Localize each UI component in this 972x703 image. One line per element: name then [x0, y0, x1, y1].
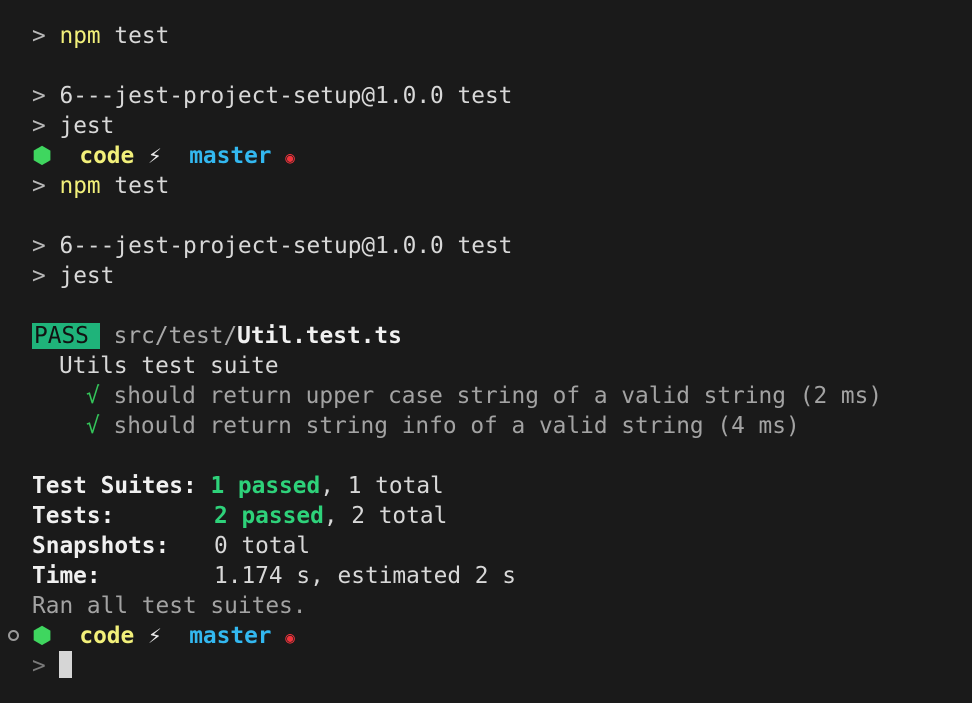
- input-line[interactable]: >: [32, 651, 73, 681]
- script-header-line: > 6---jest-project-setup@1.0.0 test: [32, 81, 512, 111]
- script-header-line: > 6---jest-project-setup@1.0.0 test: [32, 231, 512, 261]
- git-prompt: ⬢ code ⚡ master ◉: [32, 621, 295, 651]
- summary-label: Time:: [32, 563, 101, 589]
- script-command-line: > jest: [32, 111, 114, 141]
- command-line: > npm test: [32, 21, 169, 51]
- summary-tests: Tests: 2 passed, 2 total: [32, 501, 447, 531]
- summary-time: Time: 1.174 s, estimated 2 s: [32, 561, 516, 591]
- summary-label: Tests:: [32, 503, 115, 529]
- hexagon-icon: ⬢: [32, 623, 52, 649]
- command-arg: test: [114, 23, 170, 49]
- command-line: > npm test: [32, 171, 169, 201]
- prompt-symbol: >: [32, 233, 46, 259]
- test-file-name: Util.test.ts: [237, 323, 402, 349]
- lightning-icon: ⚡: [148, 623, 162, 649]
- check-icon: √: [86, 413, 100, 439]
- hexagon-icon: ⬢: [32, 143, 52, 169]
- test-case: √ should return upper case string of a v…: [86, 381, 882, 411]
- summary-suites: Test Suites: 1 passed, 1 total: [32, 471, 444, 501]
- summary-value: 0 total: [214, 533, 311, 559]
- branch-name: master: [189, 623, 272, 649]
- script-command-line: > jest: [32, 261, 114, 291]
- prompt-status-ring-icon: [8, 630, 19, 641]
- prompt-symbol: >: [32, 263, 46, 289]
- text-cursor[interactable]: [59, 651, 73, 678]
- command-npm: npm: [59, 23, 101, 49]
- dirty-status-icon: ◉: [285, 628, 295, 647]
- summary-passed: 2 passed: [214, 503, 324, 529]
- check-icon: √: [86, 383, 100, 409]
- prompt-symbol: >: [32, 113, 46, 139]
- test-file-result: PASS src/test/Util.test.ts: [32, 321, 402, 351]
- prompt-symbol: >: [32, 83, 46, 109]
- script-header: 6---jest-project-setup@1.0.0 test: [59, 83, 513, 109]
- suite-name: Utils test suite: [59, 353, 279, 379]
- dirty-status-icon: ◉: [285, 148, 295, 167]
- test-case-label: should return string info of a valid str…: [113, 413, 800, 439]
- script-command: jest: [59, 113, 115, 139]
- test-case: √ should return string info of a valid s…: [86, 411, 800, 441]
- prompt-symbol: >: [32, 23, 46, 49]
- pass-badge: PASS: [32, 323, 100, 349]
- summary-label: Test Suites:: [32, 473, 197, 499]
- summary-passed: 1 passed: [210, 473, 321, 499]
- script-command: jest: [59, 263, 115, 289]
- test-file-path: src/test/: [113, 323, 238, 349]
- prompt-symbol: >: [32, 173, 46, 199]
- directory-name: code: [79, 143, 135, 169]
- ran-all-message: Ran all test suites.: [32, 593, 307, 619]
- command-arg: test: [114, 173, 170, 199]
- branch-name: master: [189, 143, 272, 169]
- test-case-label: should return upper case string of a val…: [113, 383, 883, 409]
- terminal-window[interactable]: > npm test > 6---jest-project-setup@1.0.…: [0, 0, 972, 703]
- summary-total: , 2 total: [323, 503, 448, 529]
- summary-snapshots: Snapshots: 0 total: [32, 531, 310, 561]
- directory-name: code: [79, 623, 135, 649]
- summary-value: 1.174 s, estimated 2 s: [214, 563, 516, 589]
- summary-total: , 1 total: [320, 473, 444, 499]
- command-npm: npm: [59, 173, 101, 199]
- summary-label: Snapshots:: [32, 533, 170, 559]
- git-prompt: ⬢ code ⚡ master ◉: [32, 141, 295, 171]
- script-header: 6---jest-project-setup@1.0.0 test: [59, 233, 513, 259]
- lightning-icon: ⚡: [148, 143, 162, 169]
- prompt-symbol: >: [32, 653, 46, 679]
